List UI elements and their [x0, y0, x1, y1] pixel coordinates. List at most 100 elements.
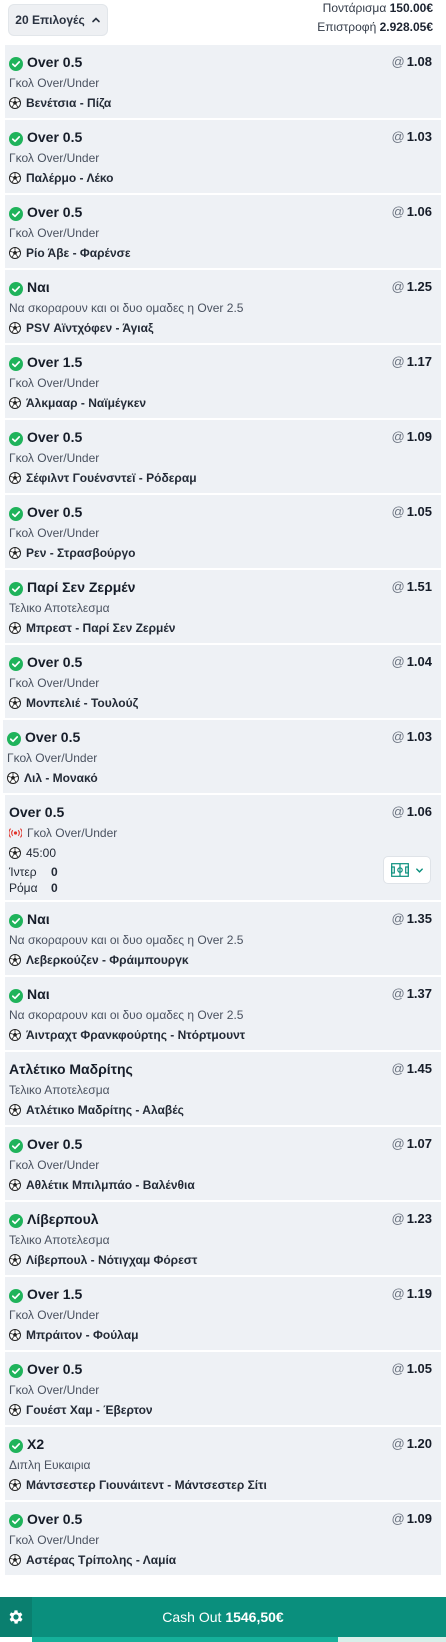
event-row: Λεβερκούζεν - Φράιμπουργκ: [9, 953, 189, 967]
soccer-ball-icon: [9, 397, 21, 409]
selection-card[interactable]: Over 0.5 @1.06 Γκολ Over/Under Ρίο Άβε - Φα…: [5, 193, 441, 268]
odds-prefix: @: [391, 911, 405, 926]
selection-odds: @1.23: [391, 1211, 432, 1226]
selection-card[interactable]: Παρί Σεν Ζερμέν @1.51 Τελικο Αποτελεσμα Μπρ…: [5, 568, 441, 643]
selection-card[interactable]: X2 @1.20 Διπλη Ευκαιρια Μάντσεστερ Γιουνάιτ…: [5, 1425, 441, 1500]
away-score-row: Ρόμα 0: [9, 881, 58, 895]
selection-name: Over 0.5: [27, 1511, 83, 1527]
odds-value: 1.25: [406, 279, 432, 294]
gear-icon: [9, 1610, 23, 1624]
cashout-settings-button[interactable]: [0, 1597, 32, 1637]
selection-card[interactable]: Over 0.5 @1.05 Γκολ Over/Under Ρεν - Στρασβ…: [5, 493, 441, 568]
cashout-bar[interactable]: Cash Out 1546,50€: [0, 1597, 446, 1637]
odds-value: 1.08: [406, 54, 432, 69]
selection-card[interactable]: Over 1.5 @1.19 Γκολ Over/Under Μπράιτον - Φ…: [5, 1275, 441, 1350]
selection-name: Over 1.5: [27, 1286, 83, 1302]
check-circle-icon: [9, 132, 23, 146]
event-row: PSV Αϊντχόφεν - Άγιαξ: [9, 321, 153, 335]
odds-prefix: @: [391, 54, 405, 69]
soccer-ball-icon: [9, 697, 21, 709]
check-circle-icon: [9, 1439, 23, 1453]
event-row: Αθλέτικ Μπιλμπάο - Βαλένθια: [9, 1178, 195, 1192]
selection-card[interactable]: Ναι @1.25 Να σκοραρουν και οι δυο ομαδες η…: [5, 268, 441, 343]
selection-name: Ναι: [27, 279, 50, 295]
betslip-page: 20 Επιλογές Ποντάρισμα 150.00€ Επιστροφή…: [0, 0, 446, 1642]
selection-odds: @1.19: [391, 1286, 432, 1301]
selection-card[interactable]: Over 0.5 @1.03 Γκολ Over/Under Λιλ - Μονακό: [3, 718, 441, 793]
event-row: Μπράιτον - Φούλαμ: [9, 1328, 138, 1342]
away-team: Ρόμα: [9, 881, 38, 895]
selection-card[interactable]: Over 0.5 @1.05 Γκολ Over/Under Γουέστ Χαμ -…: [5, 1350, 441, 1425]
soccer-ball-icon: [9, 1554, 21, 1566]
check-circle-icon: [9, 1214, 23, 1228]
market-name: Γκολ Over/Under: [9, 451, 100, 465]
selection-card[interactable]: Over 0.5 @1.09 Γκολ Over/Under Αστέρας Τρίπ…: [5, 1500, 441, 1575]
check-circle-icon: [9, 507, 23, 521]
away-score: 0: [51, 881, 58, 895]
market-name: Γκολ Over/Under: [9, 1308, 100, 1322]
selection-name: Λίβερπουλ: [27, 1211, 99, 1227]
event-name: Λεβερκούζεν - Φράιμπουργκ: [26, 953, 189, 967]
event-row: Λίβερπουλ - Νότιγχαμ Φόρεστ: [9, 1253, 197, 1267]
selection-name: Ναι: [27, 986, 50, 1002]
home-score: 0: [51, 865, 58, 879]
odds-prefix: @: [391, 1436, 405, 1451]
event-name: Λιλ - Μονακό: [24, 771, 98, 785]
selection-name: Over 0.5: [27, 1136, 83, 1152]
stake-line: Ποντάρισμα 150.00€: [323, 1, 433, 15]
selection-card[interactable]: Over 0.5 @1.03 Γκολ Over/Under Παλέρμο - Λέ…: [5, 118, 441, 193]
selection-odds: @1.06: [391, 204, 432, 219]
odds-value: 1.03: [406, 729, 432, 744]
soccer-ball-icon: [9, 322, 21, 334]
event-name: Λίβερπουλ - Νότιγχαμ Φόρεστ: [26, 1253, 198, 1267]
selection-card[interactable]: Ναι @1.37 Να σκοραρουν και οι δυο ομαδες η…: [5, 975, 441, 1050]
selection-card[interactable]: Over 0.5 @1.09 Γκολ Over/Under Σέφιλντ Γουέ…: [5, 418, 441, 493]
event-name: Μπρεστ - Παρί Σεν Ζερμέν: [26, 621, 176, 635]
cashout-label: Cash Out: [162, 1609, 222, 1625]
selection-card[interactable]: Over 0.5 @1.04 Γκολ Over/Under Μονπελιέ - Τ…: [5, 643, 441, 718]
odds-value: 1.17: [406, 354, 432, 369]
selections-toggle-button[interactable]: 20 Επιλογές: [8, 4, 108, 36]
selection-card[interactable]: Over 1.5 @1.17 Γκολ Over/Under Άλκμααρ - Να…: [5, 343, 441, 418]
cashout-button[interactable]: Cash Out 1546,50€: [32, 1609, 414, 1625]
selection-card[interactable]: Λίβερπουλ @1.23 Τελικο Αποτελεσμα Λίβερπουλ…: [5, 1200, 441, 1275]
selection-card[interactable]: Over 0.5 @1.07 Γκολ Over/Under Αθλέτικ Μπιλ…: [5, 1125, 441, 1200]
selection-odds: @1.07: [391, 1136, 432, 1151]
home-team: Ίντερ: [9, 865, 37, 879]
odds-prefix: @: [391, 1511, 405, 1526]
odds-prefix: @: [391, 579, 405, 594]
home-score-row: Ίντερ 0: [9, 865, 58, 879]
check-circle-icon: [9, 582, 23, 596]
soccer-ball-icon: [9, 547, 21, 559]
event-row: Άιντραχτ Φρανκφούρτης - Ντόρτμουντ: [9, 1028, 245, 1042]
soccer-ball-icon: [9, 847, 21, 859]
selection-odds: @1.51: [391, 579, 432, 594]
odds-prefix: @: [391, 1361, 405, 1376]
check-circle-icon: [9, 1139, 23, 1153]
check-circle-icon: [9, 1289, 23, 1303]
stake-label: Ποντάρισμα: [322, 1, 387, 15]
event-name: Μονπελιέ - Τουλούζ: [26, 696, 139, 710]
stake-value: 150.00€: [389, 1, 433, 15]
check-circle-icon: [9, 282, 23, 296]
selection-card[interactable]: Over 0.5 @1.08 Γκολ Over/Under Βενέτσια - Π…: [5, 43, 441, 118]
market-name: Τελικο Αποτελεσμα: [9, 601, 110, 615]
market-name: Γκολ Over/Under: [9, 1383, 100, 1397]
odds-value: 1.09: [406, 1511, 432, 1526]
return-line: Επιστροφή 2.928.05€: [317, 20, 433, 34]
selection-card[interactable]: Ατλέτικο Μαδρίτης @1.45 Τελικο Αποτελεσμα Α…: [5, 1050, 441, 1125]
odds-prefix: @: [391, 1136, 405, 1151]
odds-prefix: @: [391, 1211, 405, 1226]
odds-value: 1.37: [406, 986, 432, 1001]
event-row: Ατλέτικο Μαδρίτης - Αλαβές: [9, 1103, 184, 1117]
selection-card[interactable]: Ναι @1.35 Να σκοραρουν και οι δυο ομαδες η…: [5, 900, 441, 975]
selection-name: Over 0.5: [27, 429, 83, 445]
event-name: Αστέρας Τρίπολης - Λαμία: [26, 1553, 177, 1567]
selection-name: Over 0.5: [27, 129, 83, 145]
odds-prefix: @: [391, 729, 405, 744]
match-tracker-button[interactable]: [383, 856, 431, 884]
market-name: Γκολ Over/Under: [9, 1158, 100, 1172]
live-selection-card[interactable]: Over 0.5 @1.06 Γκολ Over/Under 45:00 Ίντερ 0 Ρ…: [5, 793, 441, 900]
check-circle-icon: [7, 732, 21, 746]
soccer-ball-icon: [9, 1404, 21, 1416]
